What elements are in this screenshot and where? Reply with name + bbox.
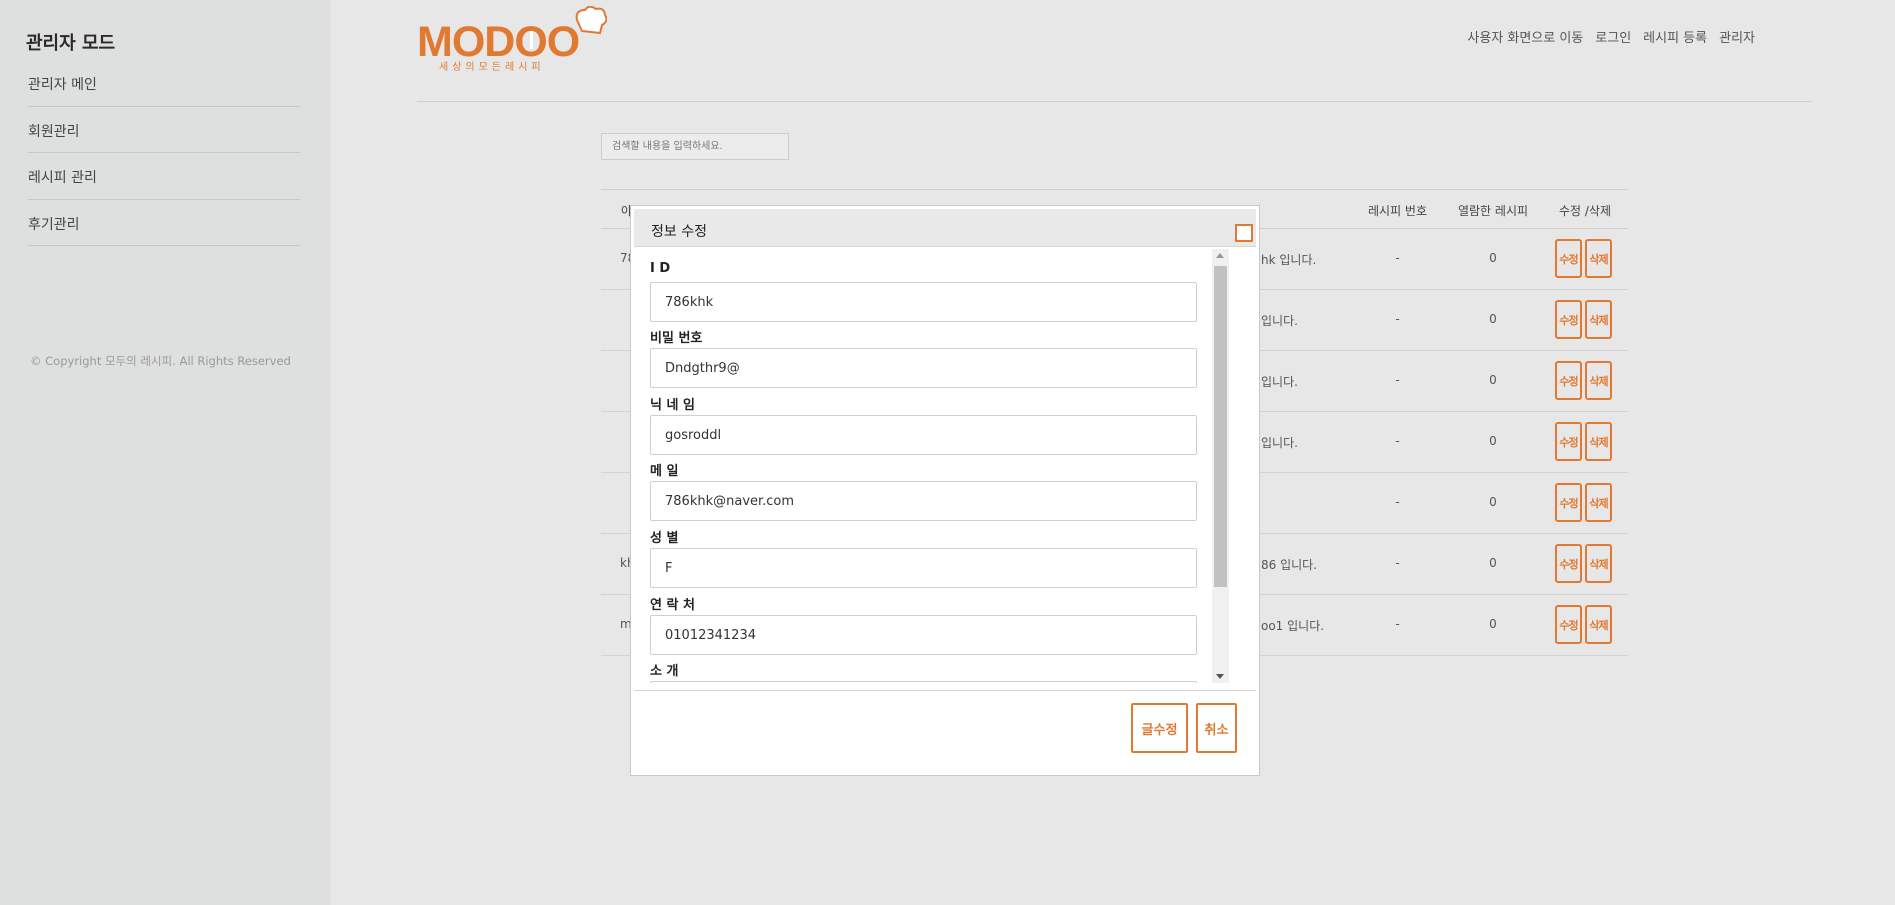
gender-field[interactable]: F <box>650 548 1197 588</box>
row-recipe-no-cell: - <box>1395 373 1400 387</box>
gender-label: 성 별 <box>650 531 679 546</box>
svg-text:MODOO: MODOO <box>417 18 579 66</box>
row-recipe-no-cell: - <box>1395 434 1400 448</box>
row-edit-button[interactable]: 수정 <box>1555 361 1582 400</box>
password-field[interactable]: Dndgthr9@ <box>650 348 1197 388</box>
row-recipe-no-cell: - <box>1395 495 1400 509</box>
modoo-logo[interactable]: MODOO 세상의모든레시피 <box>417 5 608 74</box>
row-viewed-cell: 0 <box>1489 617 1497 631</box>
scroll-down-arrow-icon[interactable] <box>1216 674 1224 679</box>
row-delete-button[interactable]: 삭제 <box>1585 605 1612 644</box>
row-viewed-cell: 0 <box>1489 373 1497 387</box>
sidebar: 관리자 모드 관리자 메인 회원관리 레시피 관리 후기관리 © Copyrig… <box>0 0 331 905</box>
row-delete-button[interactable]: 삭제 <box>1585 239 1612 278</box>
row-delete-button[interactable]: 삭제 <box>1585 483 1612 522</box>
row-recipe-no-cell: - <box>1395 617 1400 631</box>
submit-edit-button[interactable]: 글수정 <box>1131 703 1188 753</box>
intro-label: 소 개 <box>650 664 679 679</box>
nickname-label: 닉 네 임 <box>650 398 695 413</box>
row-intro-cell: 입니다. <box>1261 436 1298 450</box>
nav-user-view-link[interactable]: 사용자 화면으로 이동 <box>1467 27 1583 46</box>
scroll-thumb[interactable] <box>1214 266 1227 587</box>
nav-register-recipe-link[interactable]: 레시피 등록 <box>1643 27 1707 46</box>
scroll-up-arrow-icon[interactable] <box>1216 253 1224 258</box>
modal-scrollbar[interactable] <box>1212 249 1229 683</box>
row-viewed-cell: 0 <box>1489 495 1497 509</box>
phone-label: 연 락 처 <box>650 598 695 613</box>
row-intro-cell: hk 입니다. <box>1261 253 1317 267</box>
intro-field[interactable] <box>650 681 1197 683</box>
row-edit-button[interactable]: 수정 <box>1555 544 1582 583</box>
row-recipe-no-cell: - <box>1395 556 1400 570</box>
nickname-field[interactable]: gosroddl <box>650 415 1197 455</box>
password-label: 비밀 번호 <box>650 331 703 346</box>
row-edit-button[interactable]: 수정 <box>1555 300 1582 339</box>
header-viewed: 열람한 레시피 <box>1457 204 1529 218</box>
sidebar-item-recipes[interactable]: 레시피 관리 <box>28 153 300 200</box>
row-edit-button[interactable]: 수정 <box>1555 239 1582 278</box>
top-nav: 사용자 화면으로 이동 로그인 레시피 등록 관리자 <box>1467 27 1755 46</box>
row-recipe-no-cell: - <box>1395 312 1400 326</box>
modal-header: 정보 수정 <box>634 209 1256 247</box>
sidebar-title: 관리자 모드 <box>26 33 116 54</box>
modal-footer-divider <box>634 690 1256 691</box>
email-label: 메 일 <box>650 464 679 479</box>
nav-login-link[interactable]: 로그인 <box>1595 27 1631 46</box>
sidebar-item-admin-main[interactable]: 관리자 메인 <box>28 60 300 107</box>
copyright-text: © Copyright 모두의 레시피. All Rights Reserved <box>30 354 291 368</box>
sidebar-item-members[interactable]: 회원관리 <box>28 107 300 153</box>
id-field[interactable]: 786khk <box>650 282 1197 322</box>
row-delete-button[interactable]: 삭제 <box>1585 300 1612 339</box>
row-recipe-no-cell: - <box>1395 251 1400 265</box>
search-input[interactable] <box>601 133 789 160</box>
row-delete-button[interactable]: 삭제 <box>1585 422 1612 461</box>
row-viewed-cell: 0 <box>1489 434 1497 448</box>
row-edit-button[interactable]: 수정 <box>1555 483 1582 522</box>
phone-field[interactable]: 01012341234 <box>650 615 1197 655</box>
header-actions: 수정 /삭제 <box>1558 204 1612 218</box>
row-intro-cell: 86 입니다. <box>1261 558 1318 572</box>
row-viewed-cell: 0 <box>1489 556 1497 570</box>
row-viewed-cell: 0 <box>1489 312 1497 326</box>
row-edit-button[interactable]: 수정 <box>1555 605 1582 644</box>
header-recipe-no: 레시피 번호 <box>1367 204 1427 218</box>
cancel-button[interactable]: 취소 <box>1196 703 1237 753</box>
modal-close-button[interactable] <box>1235 224 1253 242</box>
row-viewed-cell: 0 <box>1489 251 1497 265</box>
edit-info-modal: 정보 수정 I D 786khk 비밀 번호 Dndgthr9@ 닉 네 임 g… <box>630 205 1260 776</box>
row-intro-cell: 입니다. <box>1261 375 1298 389</box>
row-intro-cell: oo1 입니다. <box>1261 619 1325 633</box>
header-divider <box>417 101 1812 102</box>
row-intro-cell: 입니다. <box>1261 314 1298 328</box>
sidebar-item-reviews[interactable]: 후기관리 <box>28 200 300 246</box>
row-delete-button[interactable]: 삭제 <box>1585 361 1612 400</box>
sidebar-menu: 관리자 메인 회원관리 레시피 관리 후기관리 <box>28 60 300 246</box>
modal-form: I D 786khk 비밀 번호 Dndgthr9@ 닉 네 임 gosrodd… <box>631 249 1231 683</box>
email-field[interactable]: 786khk@naver.com <box>650 481 1197 521</box>
nav-admin-link[interactable]: 관리자 <box>1719 27 1755 46</box>
row-edit-button[interactable]: 수정 <box>1555 422 1582 461</box>
row-delete-button[interactable]: 삭제 <box>1585 544 1612 583</box>
id-label: I D <box>650 261 671 276</box>
modal-title: 정보 수정 <box>651 224 707 240</box>
logo-tagline: 세상의모든레시피 <box>439 61 545 73</box>
